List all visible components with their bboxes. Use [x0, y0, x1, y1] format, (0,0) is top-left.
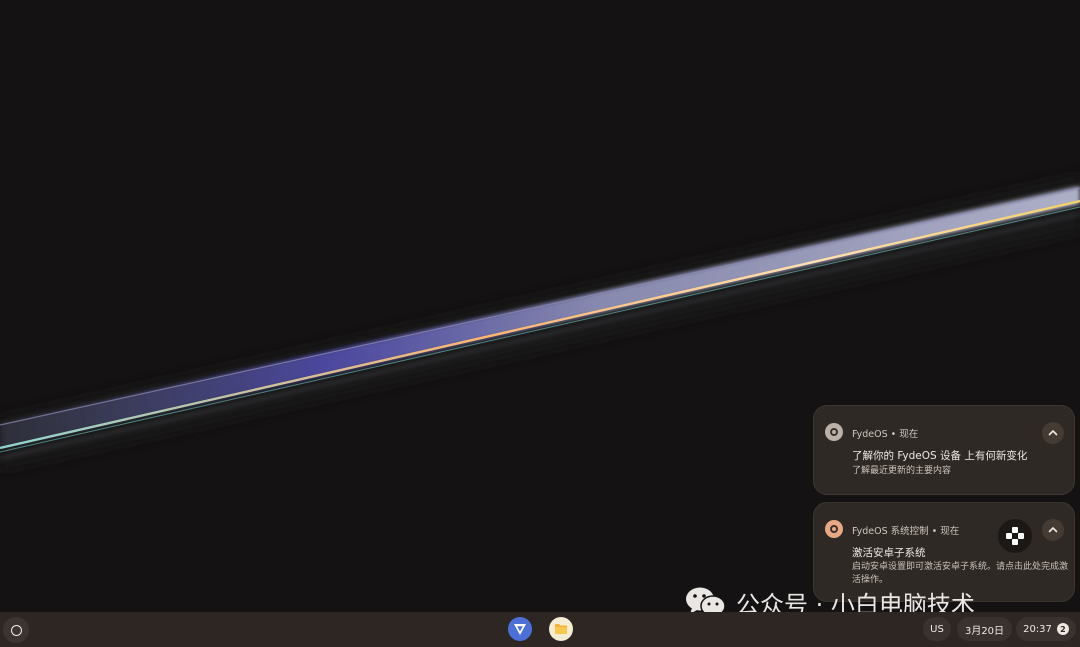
notification-time: 现在 [940, 526, 960, 537]
status-area-button[interactable]: 20:37 2 [1016, 617, 1076, 641]
date-button[interactable]: 3月20日 [957, 617, 1012, 641]
notification-body: 了解最近更新的主要内容 [852, 466, 952, 476]
notification-fydeos-update[interactable]: FydeOS • 现在 了解你的 FydeOS 设备 上有何新变化 了解最近更新的主… [813, 405, 1075, 495]
date-label: 3月20日 [964, 625, 1005, 637]
input-method-button[interactable]: US [923, 617, 951, 641]
shelf [0, 612, 1080, 647]
time-label: 20:37 [1023, 623, 1052, 635]
notification-header: FydeOS • 现在 [852, 429, 919, 440]
notification-title: 激活安卓子系统 [852, 547, 926, 559]
notification-header: FydeOS 系统控制 • 现在 [852, 526, 960, 537]
notification-app-name: FydeOS [852, 429, 888, 440]
launcher-circle-icon [10, 624, 22, 636]
notification-time: 现在 [899, 429, 919, 440]
fydeos-logo-icon [514, 624, 526, 635]
fydeos-app-icon[interactable] [508, 617, 532, 641]
folder-icon [555, 624, 567, 634]
chevron-up-icon [1048, 527, 1058, 533]
files-icon[interactable] [549, 617, 573, 641]
expand-button[interactable] [1042, 422, 1064, 444]
launcher-button[interactable] [3, 617, 29, 643]
gamepad-icon [998, 519, 1032, 553]
fydeos-icon [825, 520, 843, 538]
expand-button[interactable] [1042, 519, 1064, 541]
notification-title: 了解你的 FydeOS 设备 上有何新变化 [852, 450, 1028, 462]
fydeos-icon [825, 423, 843, 441]
chevron-up-icon [1048, 430, 1058, 436]
notification-app-name: FydeOS 系统控制 [852, 526, 929, 537]
ime-label: US [930, 623, 944, 635]
notification-count-badge: 2 [1056, 623, 1069, 635]
